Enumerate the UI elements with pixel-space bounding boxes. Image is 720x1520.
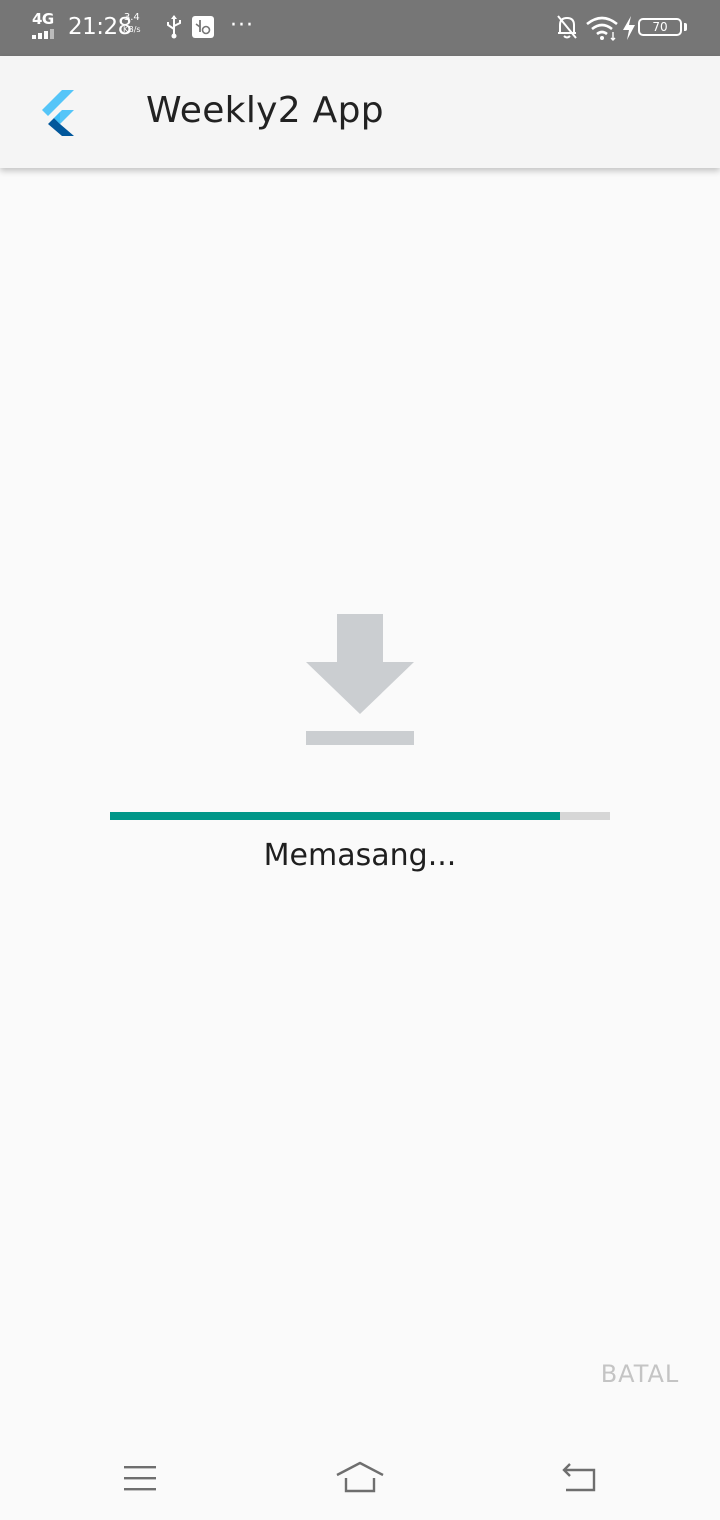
cancel-button[interactable]: BATAL — [598, 1356, 682, 1392]
app-title: Weekly2 App — [146, 90, 384, 131]
net-speed-unit: KB/s — [123, 25, 141, 34]
more-icon: ··· — [230, 13, 254, 38]
dnd-icon — [557, 15, 577, 39]
net-speed-value: 3.4 — [123, 12, 140, 23]
wifi-icon — [586, 16, 618, 41]
install-progress-bar — [110, 812, 610, 820]
net-speed: 3.4 KB/s — [123, 12, 141, 36]
flutter-logo-icon — [42, 90, 74, 136]
signal-icon — [32, 29, 58, 39]
home-icon[interactable] — [334, 1458, 386, 1496]
network-type: 4G — [32, 10, 54, 28]
back-icon[interactable] — [558, 1462, 600, 1494]
status-bar: 4G 21:28 3.4 KB/s ··· 70 — [0, 0, 720, 56]
battery-level: 70 — [652, 20, 668, 34]
usb-debug-icon — [192, 16, 214, 38]
usb-icon — [167, 15, 181, 39]
download-icon — [306, 614, 414, 745]
menu-icon[interactable] — [122, 1464, 158, 1492]
charging-icon — [623, 16, 635, 40]
battery-icon: 70 — [638, 18, 687, 36]
install-status-text: Memasang... — [263, 838, 457, 873]
install-progress-fill — [110, 812, 560, 820]
app-bar: Weekly2 App — [0, 56, 720, 168]
